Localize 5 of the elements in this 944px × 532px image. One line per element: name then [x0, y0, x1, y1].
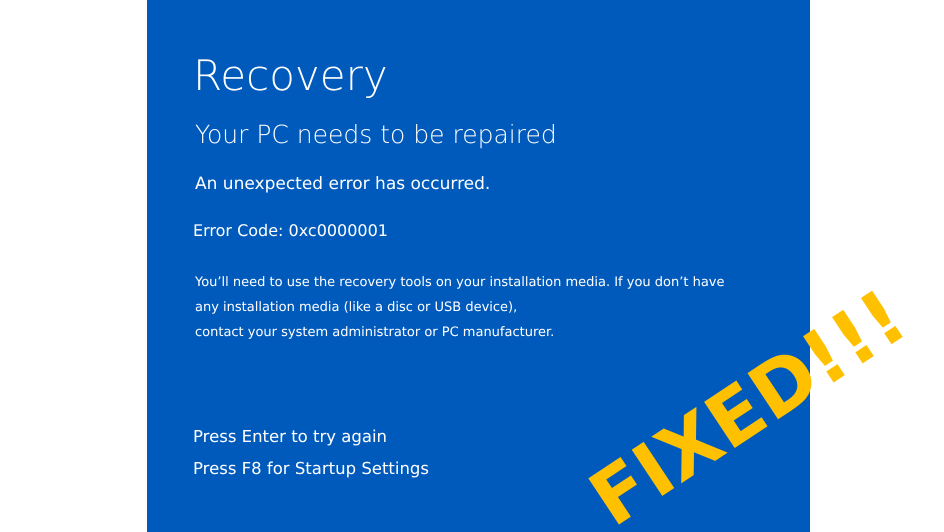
screen-heading: Your PC needs to be repaired	[195, 119, 558, 151]
details-text: You’ll need to use the recovery tools on your installation media. If you don’t have any installation media (like a disc or USB device), contact your system administrator or PC manufacturer.	[195, 274, 724, 340]
screen-title: Recovery	[193, 50, 389, 102]
error-message: An unexpected error has occurred.	[195, 173, 492, 196]
error-code: Error Code: 0xc0000001	[193, 220, 389, 242]
